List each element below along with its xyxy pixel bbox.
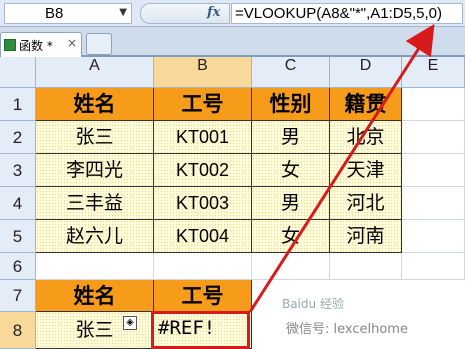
- wechat-id: 微信号: lexcelhome: [286, 322, 408, 337]
- watermark: Baidu 经验: [282, 297, 344, 311]
- annotation-arrow: [248, 23, 435, 313]
